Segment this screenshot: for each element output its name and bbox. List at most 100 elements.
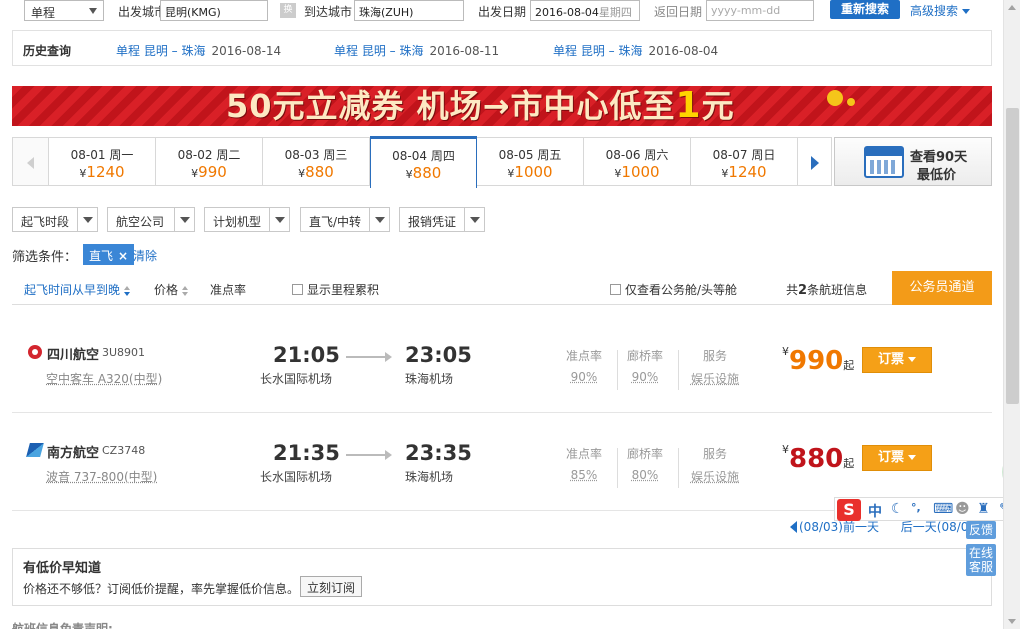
clear-filters-link[interactable]: 清除 [133,247,157,264]
scroll-thumb[interactable] [1006,108,1019,404]
sort-icon [124,285,131,296]
bridge-value[interactable]: 90% [615,370,675,384]
history-date: 2016-08-04 [648,44,719,58]
filter-departure-time[interactable]: 起飞时段 [12,207,98,232]
punctuation-icon[interactable]: °, [911,501,921,514]
filter-airline[interactable]: 航空公司 [107,207,195,232]
online-service-button[interactable]: 在线客服 [966,544,996,576]
civil-servant-button[interactable]: 公务员通道 [892,271,992,305]
prev-week-button[interactable] [12,137,49,186]
sogou-logo-icon[interactable]: S [837,499,861,521]
search-button[interactable]: 重新搜索 [830,0,900,19]
service-value[interactable]: 娱乐设施 [685,468,745,485]
book-button[interactable]: 订票 [862,445,932,471]
book-label: 订票 [877,450,904,465]
currency-symbol: ¥ [782,345,789,358]
bridge-label: 廊桥率 [626,447,663,461]
prev-day-link[interactable]: (08/03)前一天 [790,520,879,534]
departure-airport: 长水国际机场 [260,470,333,484]
moon-icon[interactable]: ☾ [891,501,904,517]
to-city-input[interactable]: 珠海(ZUH) [354,0,464,21]
service-value[interactable]: 娱乐设施 [685,370,745,387]
next-week-button[interactable] [798,137,832,186]
scroll-down-icon[interactable] [1008,619,1016,624]
chevron-down-icon [174,208,194,231]
business-only-checkbox[interactable]: 仅查看公务舱/头等舱 [610,281,737,298]
date-cell-date: 08-03 周三 [284,148,348,162]
show-mileage-checkbox[interactable]: 显示里程累积 [292,281,379,298]
services: 服务 娱乐设施 [685,347,745,387]
date-cell[interactable]: 08-03 周三 ¥880 [263,137,370,186]
coin-icon [827,90,843,106]
trip-type-select[interactable]: 单程 [24,0,104,21]
sort-by-ontime[interactable]: 准点率 [210,281,246,298]
date-cell[interactable]: 08-01 周一 ¥1240 [49,137,156,186]
date-cell[interactable]: 08-02 周二 ¥990 [156,137,263,186]
price-suffix: 起 [843,359,855,372]
date-cell-selected[interactable]: 08-04 周四 ¥880 [370,136,477,188]
date-cell-price: 880 [412,164,442,182]
bridge-rate: 廊桥率 90% [615,347,675,384]
return-label: 返回日期 [654,5,703,19]
advanced-search-link[interactable]: 高级搜索 [910,2,971,19]
user-icon[interactable]: ☻ [955,501,970,517]
history-item[interactable]: 单程 昆明 – 珠海 2016-08-04 [553,42,718,59]
vertical-scrollbar[interactable] [1003,0,1020,629]
checkbox-icon[interactable] [610,284,621,295]
aircraft-type[interactable]: 空中客车 A320(中型) [46,370,162,387]
departure-airport: 长水国际机场 [260,372,333,386]
sort-by-price[interactable]: 价格 [154,281,189,298]
filter-tag-direct[interactable]: 直飞 × [83,244,135,265]
date-cell-price: 880 [305,163,334,181]
close-icon[interactable]: × [118,249,128,263]
date-cell[interactable]: 08-07 周日 ¥1240 [691,137,798,186]
chevron-left-icon [27,157,34,169]
history-title: 历史查询 [23,44,72,58]
scroll-up-icon[interactable] [1008,5,1016,10]
promo-banner[interactable]: 50元立减券 机场→市中心低至1元 [12,86,992,126]
subscribe-button[interactable]: 立刻订阅 [300,576,363,597]
business-only-label: 仅查看公务舱/头等舱 [625,283,738,297]
price-value: 990 [789,346,844,376]
banner-suffix: 元 [701,87,735,125]
divider [678,448,679,488]
checkbox-icon[interactable] [292,284,303,295]
date-cell-date: 08-07 周日 [712,148,776,162]
filter-label: 直飞/中转 [309,215,362,229]
departure-time: 21:35 [273,441,340,465]
keyboard-icon[interactable]: ⌨ [933,501,953,517]
from-city-input[interactable]: 昆明(KMG) [160,0,268,21]
filter-receipt[interactable]: 报销凭证 [399,207,485,232]
bridge-value[interactable]: 80% [615,468,675,482]
aircraft-type[interactable]: 波音 737-800(中型) [46,468,157,485]
ontime-value[interactable]: 85% [554,468,614,482]
book-button[interactable]: 订票 [862,347,932,373]
ime-language-toggle[interactable]: 中 [868,501,882,521]
show-mileage-label: 显示里程累积 [307,283,380,297]
service-label: 服务 [702,447,727,461]
history-item[interactable]: 单程 昆明 – 珠海 2016-08-14 [116,42,281,59]
shirt-icon[interactable]: ♜ [977,501,990,517]
history-date: 2016-08-11 [429,44,500,58]
history-route: 单程 昆明 – 珠海 [334,44,424,58]
history-item[interactable]: 单程 昆明 – 珠海 2016-08-11 [334,42,499,59]
date-cell[interactable]: 08-06 周六 ¥1000 [584,137,691,186]
lowest-90-days-button[interactable]: 查看90天 最低价 [834,137,992,186]
date-cell-price: 1000 [621,163,660,181]
flight-price: ¥880起 [782,443,854,474]
date-cell[interactable]: 08-05 周五 ¥1000 [477,137,584,186]
filter-aircraft[interactable]: 计划机型 [204,207,290,232]
low-price-title: 有低价早知道 [23,561,102,576]
depart-date-input[interactable]: 2016-08-04星期四 [530,0,640,21]
chevron-down-icon [962,9,971,14]
next-day-link[interactable]: 后一天(08/0 [901,520,969,534]
ontime-value[interactable]: 90% [554,370,614,384]
sort-by-time[interactable]: 起飞时间从早到晚 [24,281,131,298]
filter-direct-transfer[interactable]: 直飞/中转 [300,207,390,232]
disclaimer-heading: 航班信息免责声明: [12,622,113,629]
feedback-button[interactable]: 反馈 [966,521,996,539]
swap-icon[interactable]: 换 [280,3,296,18]
ontime-rate: 准点率 85% [554,445,614,482]
return-date-input[interactable]: yyyy-mm-dd [706,0,814,21]
flight-search-page: 单程 出发城市 昆明(KMG) 换 到达城市 珠海(ZUH) 出发日期 2016… [0,0,1020,629]
